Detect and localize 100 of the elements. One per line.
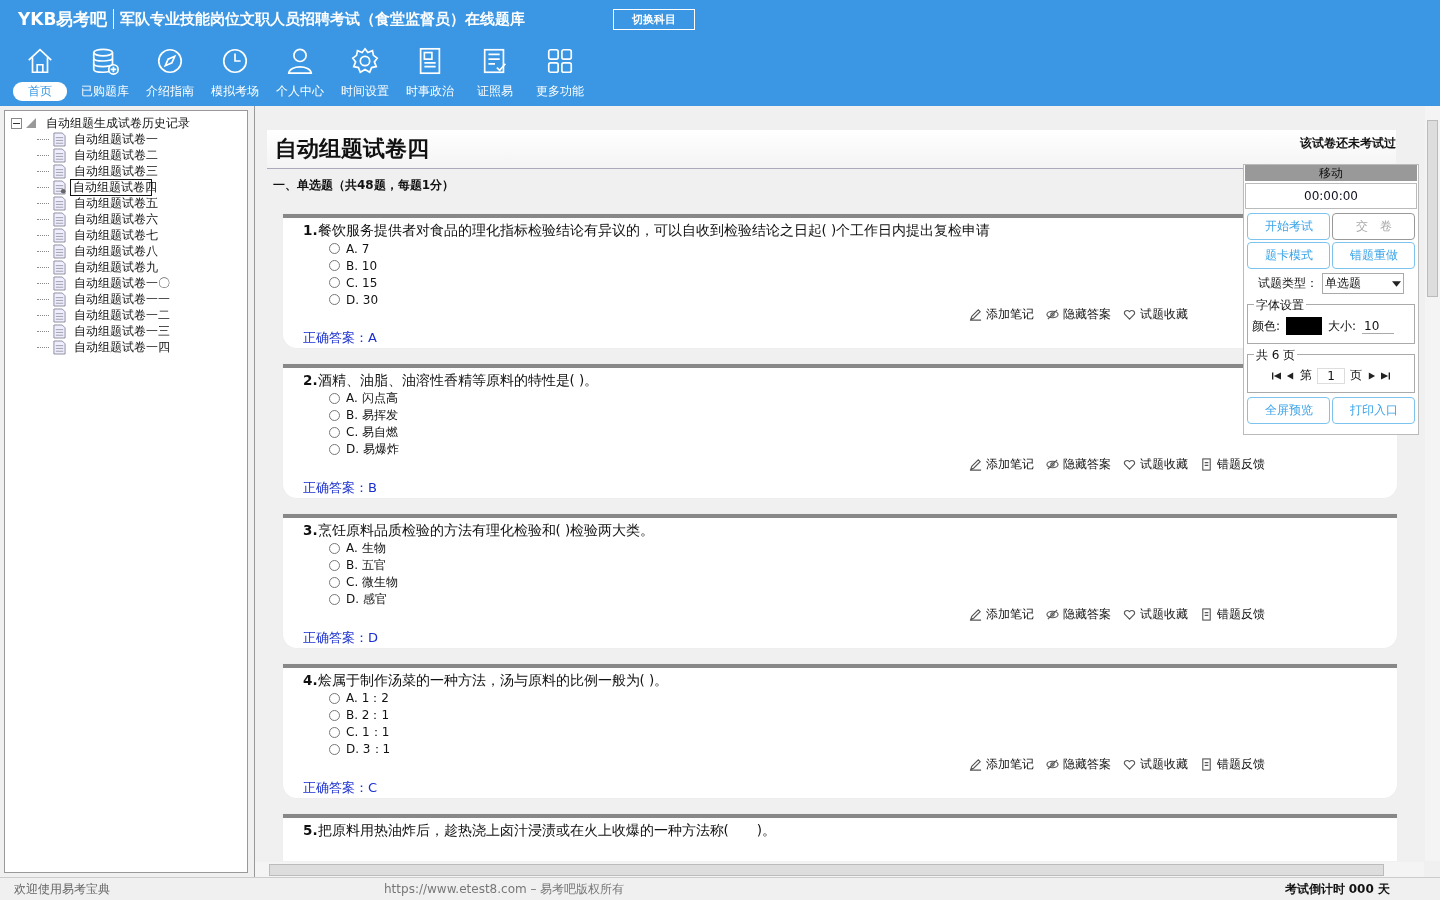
size-label: 大小: bbox=[1328, 317, 1357, 335]
option-label[interactable]: D. 感官 bbox=[346, 591, 387, 608]
tree-item[interactable]: 自动组题试卷一一 bbox=[70, 291, 174, 307]
heart-icon bbox=[1123, 758, 1136, 771]
option-label[interactable]: C. 微生物 bbox=[346, 574, 398, 591]
option-label[interactable]: D. 3：1 bbox=[346, 741, 391, 758]
document-icon bbox=[53, 163, 66, 179]
document-icon bbox=[53, 147, 66, 163]
radio-button[interactable] bbox=[329, 727, 340, 738]
radio-button[interactable] bbox=[329, 243, 340, 254]
radio-button[interactable] bbox=[329, 560, 340, 571]
question-type-dropdown[interactable]: 单选题 bbox=[1322, 273, 1404, 294]
action-link[interactable]: 试题收藏 bbox=[1140, 606, 1188, 623]
tree-item[interactable]: 自动组题试卷一〇 bbox=[70, 275, 174, 291]
tree-item[interactable]: 自动组题试卷八 bbox=[70, 243, 162, 259]
radio-button[interactable] bbox=[329, 577, 340, 588]
radio-button[interactable] bbox=[329, 427, 340, 438]
first-page-icon[interactable] bbox=[1272, 371, 1281, 380]
action-link[interactable]: 添加笔记 bbox=[986, 456, 1034, 473]
radio-button[interactable] bbox=[329, 543, 340, 554]
document-icon bbox=[53, 307, 66, 323]
question-number: 1. bbox=[303, 222, 318, 238]
gear-icon[interactable] bbox=[349, 46, 380, 76]
option-label[interactable]: B. 易挥发 bbox=[346, 407, 398, 424]
action-link[interactable]: 试题收藏 bbox=[1140, 756, 1188, 773]
pencil-icon bbox=[969, 608, 982, 621]
radio-button[interactable] bbox=[329, 410, 340, 421]
option-label[interactable]: A. 闪点高 bbox=[346, 390, 398, 407]
document-icon bbox=[1200, 458, 1213, 471]
option-label[interactable]: B. 2：1 bbox=[346, 707, 390, 724]
option-label[interactable]: D. 30 bbox=[346, 292, 379, 307]
option-label[interactable]: A. 生物 bbox=[346, 540, 386, 557]
move-handle[interactable]: 移动 bbox=[1245, 165, 1417, 181]
document-icon bbox=[53, 227, 66, 243]
action-link[interactable]: 隐藏答案 bbox=[1063, 606, 1111, 623]
previous-page-icon[interactable] bbox=[1286, 371, 1295, 380]
question-text: 酒精、油脂、油溶性香精等原料的特性是( )。 bbox=[317, 372, 599, 388]
size-field[interactable]: 10 bbox=[1362, 318, 1395, 334]
option-label[interactable]: B. 五官 bbox=[346, 557, 386, 574]
radio-button[interactable] bbox=[329, 260, 340, 271]
question-text: 餐饮服务提供者对食品的理化指标检验结论有异议的，可以自收到检验结论之日起( )个工作日内提出复检申请 bbox=[317, 222, 991, 238]
action-link[interactable]: 错题反馈 bbox=[1217, 456, 1265, 473]
collapse-toggle[interactable] bbox=[11, 117, 22, 129]
color-swatch[interactable] bbox=[1286, 317, 1323, 335]
option-label[interactable]: C. 易自燃 bbox=[346, 424, 398, 441]
option-label[interactable]: A. 7 bbox=[346, 241, 370, 256]
app-logo: YKB易考吧 bbox=[18, 7, 108, 31]
action-link[interactable]: 隐藏答案 bbox=[1063, 456, 1111, 473]
action-link[interactable]: 错题反馈 bbox=[1217, 756, 1265, 773]
tree-item[interactable]: 自动组题试卷六 bbox=[70, 211, 162, 227]
option-label[interactable]: C. 15 bbox=[346, 275, 378, 290]
document-icon bbox=[53, 131, 66, 147]
option-label[interactable]: D. 易爆炸 bbox=[346, 441, 399, 458]
action-link[interactable]: 添加笔记 bbox=[986, 606, 1034, 623]
option-label[interactable]: C. 1：1 bbox=[346, 724, 390, 741]
action-link[interactable]: 隐藏答案 bbox=[1063, 306, 1111, 323]
tree-item[interactable]: 自动组题试卷一二 bbox=[70, 307, 174, 323]
tree-item[interactable]: 自动组题试卷一四 bbox=[70, 339, 174, 355]
tree-item[interactable]: 自动组题试卷五 bbox=[70, 195, 162, 211]
vertical-scrollbar[interactable] bbox=[1425, 106, 1440, 861]
radio-button[interactable] bbox=[329, 693, 340, 704]
tree-item[interactable]: 自动组题试卷二 bbox=[70, 147, 162, 163]
countdown-text: 考试倒计时 000 天 bbox=[1284, 880, 1390, 898]
action-link[interactable]: 错题反馈 bbox=[1217, 606, 1265, 623]
radio-button[interactable] bbox=[329, 444, 340, 455]
triangle-icon bbox=[26, 118, 36, 128]
tree-item[interactable]: 自动组题试卷七 bbox=[70, 227, 162, 243]
page-field[interactable]: 1 bbox=[1317, 367, 1345, 384]
radio-button[interactable] bbox=[329, 744, 340, 755]
last-page-icon[interactable] bbox=[1381, 371, 1390, 380]
tree-item[interactable]: 自动组题试卷一 bbox=[70, 131, 162, 147]
action-link[interactable]: 隐藏答案 bbox=[1063, 756, 1111, 773]
action-link[interactable]: 试题收藏 bbox=[1140, 306, 1188, 323]
radio-button[interactable] bbox=[329, 594, 340, 605]
question-number: 3. bbox=[303, 522, 318, 538]
tree-root-label[interactable]: 自动组题生成试卷历史记录 bbox=[46, 114, 190, 132]
next-page-icon[interactable] bbox=[1367, 371, 1376, 380]
correct-answer: 正确答案：D bbox=[303, 629, 379, 647]
page-suffix: 页 bbox=[1350, 367, 1362, 384]
tree-item[interactable]: 自动组题试卷一三 bbox=[70, 323, 174, 339]
copyright-text: https://www.etest8.com – 易考吧版权所有 bbox=[384, 880, 625, 898]
tree-item[interactable]: 自动组题试卷九 bbox=[70, 259, 162, 275]
question-text: 烹饪原料品质检验的方法有理化检验和( )检验两大类。 bbox=[317, 522, 655, 538]
action-link[interactable]: 添加笔记 bbox=[986, 306, 1034, 323]
color-label: 颜色: bbox=[1252, 317, 1281, 335]
tree-item[interactable]: 自动组题试卷三 bbox=[70, 163, 162, 179]
eye-icon bbox=[1046, 458, 1059, 471]
action-link[interactable]: 添加笔记 bbox=[986, 756, 1034, 773]
horizontal-scrollbar[interactable] bbox=[255, 862, 1424, 877]
heart-icon bbox=[1123, 608, 1136, 621]
question-number: 2. bbox=[303, 372, 318, 388]
document-icon bbox=[53, 323, 66, 339]
exam-status: 该试卷还未考试过 bbox=[1300, 135, 1396, 152]
radio-button[interactable] bbox=[329, 294, 340, 305]
radio-button[interactable] bbox=[329, 710, 340, 721]
radio-button[interactable] bbox=[329, 393, 340, 404]
action-link[interactable]: 试题收藏 bbox=[1140, 456, 1188, 473]
option-label[interactable]: A. 1：2 bbox=[346, 690, 389, 707]
radio-button[interactable] bbox=[329, 277, 340, 288]
option-label[interactable]: B. 10 bbox=[346, 258, 378, 273]
